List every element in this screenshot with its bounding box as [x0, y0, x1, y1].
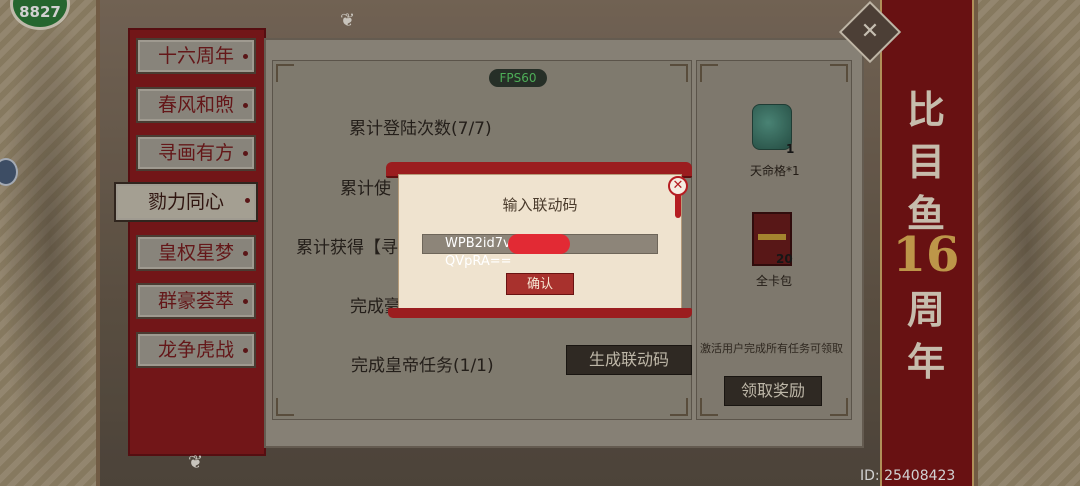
redaction-mark: [508, 234, 570, 254]
dialog-close-button[interactable]: ✕: [668, 176, 688, 196]
code-text-end: QVpRA==: [445, 254, 512, 269]
confirm-button[interactable]: 确认: [506, 273, 574, 295]
scroll-rod-bottom: [388, 308, 692, 318]
close-icon: ✕: [672, 178, 684, 193]
tassel-decoration: [675, 194, 681, 218]
dialog-title: 输入联动码: [502, 196, 578, 214]
